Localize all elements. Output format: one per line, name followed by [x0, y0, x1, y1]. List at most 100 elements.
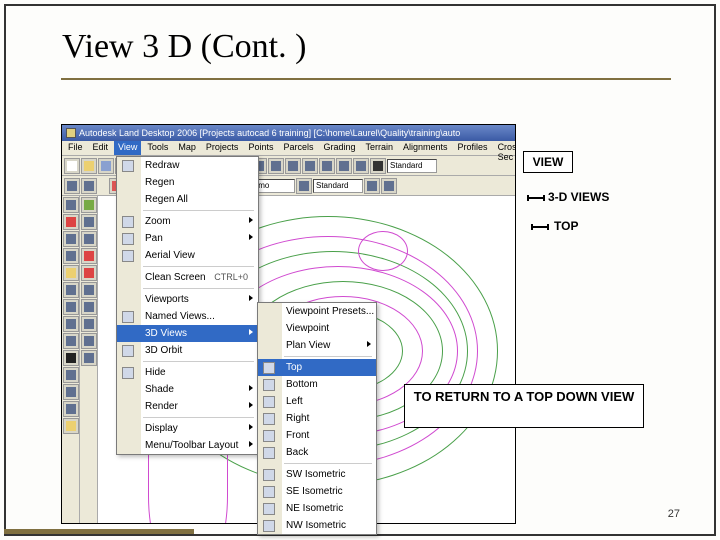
tool-button[interactable] [63, 350, 79, 366]
toolbar-button[interactable] [98, 158, 114, 174]
menubar-item[interactable]: Cross Sec [494, 141, 516, 155]
menu-item[interactable]: Front [258, 427, 376, 444]
menubar-item[interactable]: Profiles [454, 141, 492, 155]
tool-button[interactable] [63, 265, 79, 281]
tool-button[interactable] [63, 248, 79, 264]
tool-button[interactable] [63, 316, 79, 332]
tool-button[interactable] [81, 333, 97, 349]
tool-button[interactable] [63, 214, 79, 230]
toolbar-button[interactable] [336, 158, 352, 174]
toolbar-button[interactable] [64, 178, 80, 194]
menu-item[interactable]: Top [258, 359, 376, 376]
menu-item-icon [263, 413, 275, 425]
toolbar-button[interactable] [302, 158, 318, 174]
toolbar-button[interactable] [296, 178, 312, 194]
menu-item[interactable]: Hide [117, 364, 258, 381]
tool-button[interactable] [63, 333, 79, 349]
menubar-item[interactable]: Tools [143, 141, 172, 155]
toolbar-button[interactable] [81, 178, 97, 194]
menu-item-icon [263, 469, 275, 481]
tool-button[interactable] [63, 384, 79, 400]
menu-item-icon [122, 216, 134, 228]
tool-button[interactable] [81, 350, 97, 366]
menubar-item[interactable]: Map [174, 141, 200, 155]
menu-item[interactable]: Zoom [117, 213, 258, 230]
menu-item[interactable]: SW Isometric [258, 466, 376, 483]
menu-item[interactable]: Regen [117, 174, 258, 191]
tool-button[interactable] [81, 265, 97, 281]
app-icon [66, 128, 76, 138]
toolbar-button[interactable] [319, 158, 335, 174]
menu-item[interactable]: Menu/Toolbar Layout [117, 437, 258, 454]
menu-item[interactable]: NE Isometric [258, 500, 376, 517]
submenu-arrow-icon [249, 402, 253, 408]
menubar-item[interactable]: Points [244, 141, 277, 155]
toolbar-input-standard[interactable]: Standard [387, 159, 437, 173]
menubar-item[interactable]: File [64, 141, 87, 155]
menu-item[interactable]: Left [258, 393, 376, 410]
menu-item[interactable]: Named Views... [117, 308, 258, 325]
tool-button[interactable] [63, 231, 79, 247]
left-tool-column-2 [80, 196, 98, 523]
submenu-arrow-icon [367, 341, 371, 347]
menu-item[interactable]: Redraw [117, 157, 258, 174]
menu-item[interactable]: Back [258, 444, 376, 461]
menu-item[interactable]: Aerial View [117, 247, 258, 264]
menubar-item[interactable]: Edit [89, 141, 113, 155]
menu-item[interactable]: NW Isometric [258, 517, 376, 534]
menu-item-icon [263, 503, 275, 515]
tool-button[interactable] [81, 214, 97, 230]
menu-item[interactable]: Plan View [258, 337, 376, 354]
tool-button[interactable] [81, 299, 97, 315]
tool-button[interactable] [81, 248, 97, 264]
toolbar-button[interactable] [268, 158, 284, 174]
tool-button[interactable] [81, 316, 97, 332]
menu-item-icon [263, 362, 275, 374]
callout-3d-views: 3-D VIEWS [548, 190, 609, 204]
text-style-icon[interactable] [370, 158, 386, 174]
menu-item[interactable]: Bottom [258, 376, 376, 393]
tool-button[interactable] [63, 418, 79, 434]
menu-item-icon [122, 160, 134, 172]
menu-item[interactable]: Display [117, 420, 258, 437]
menu-item[interactable]: Render [117, 398, 258, 415]
menu-item[interactable]: Regen All [117, 191, 258, 208]
tool-button[interactable] [81, 231, 97, 247]
menubar-item[interactable]: Terrain [362, 141, 398, 155]
menu-item[interactable]: 3D Orbit [117, 342, 258, 359]
menubar-item[interactable]: Projects [202, 141, 243, 155]
toolbar-button[interactable] [364, 178, 380, 194]
menu-item[interactable]: Viewports [117, 291, 258, 308]
menu-item[interactable]: Clean ScreenCTRL+0 [117, 269, 258, 286]
app-menubar[interactable]: FileEditViewToolsMapProjectsPointsParcel… [62, 141, 515, 156]
toolbar-button[interactable] [64, 158, 80, 174]
tool-button[interactable] [81, 197, 97, 213]
menu-item[interactable]: Pan [117, 230, 258, 247]
arrow-icon [531, 226, 549, 228]
submenu-arrow-icon [249, 424, 253, 430]
menubar-item[interactable]: View [114, 141, 141, 155]
toolbar-button[interactable] [285, 158, 301, 174]
tool-button[interactable] [63, 401, 79, 417]
menu-item[interactable]: Shade [117, 381, 258, 398]
menubar-item[interactable]: Parcels [279, 141, 317, 155]
toolbar-button[interactable] [381, 178, 397, 194]
tool-button[interactable] [63, 197, 79, 213]
menu-item[interactable]: Viewpoint [258, 320, 376, 337]
tool-button[interactable] [81, 282, 97, 298]
tool-button[interactable] [63, 299, 79, 315]
menu-item[interactable]: Viewpoint Presets... [258, 303, 376, 320]
menu-item[interactable]: 3D Views [117, 325, 258, 342]
menu-item-icon [122, 367, 134, 379]
menu-item[interactable]: Right [258, 410, 376, 427]
menubar-item[interactable]: Alignments [399, 141, 452, 155]
tool-button[interactable] [63, 367, 79, 383]
app-titlebar: Autodesk Land Desktop 2006 [Projects aut… [62, 125, 515, 141]
arrow-icon [527, 197, 545, 199]
menu-item[interactable]: SE Isometric [258, 483, 376, 500]
menubar-item[interactable]: Grading [319, 141, 359, 155]
toolbar-input-style[interactable]: Standard [313, 179, 363, 193]
tool-button[interactable] [63, 282, 79, 298]
toolbar-button[interactable] [81, 158, 97, 174]
toolbar-button[interactable] [353, 158, 369, 174]
